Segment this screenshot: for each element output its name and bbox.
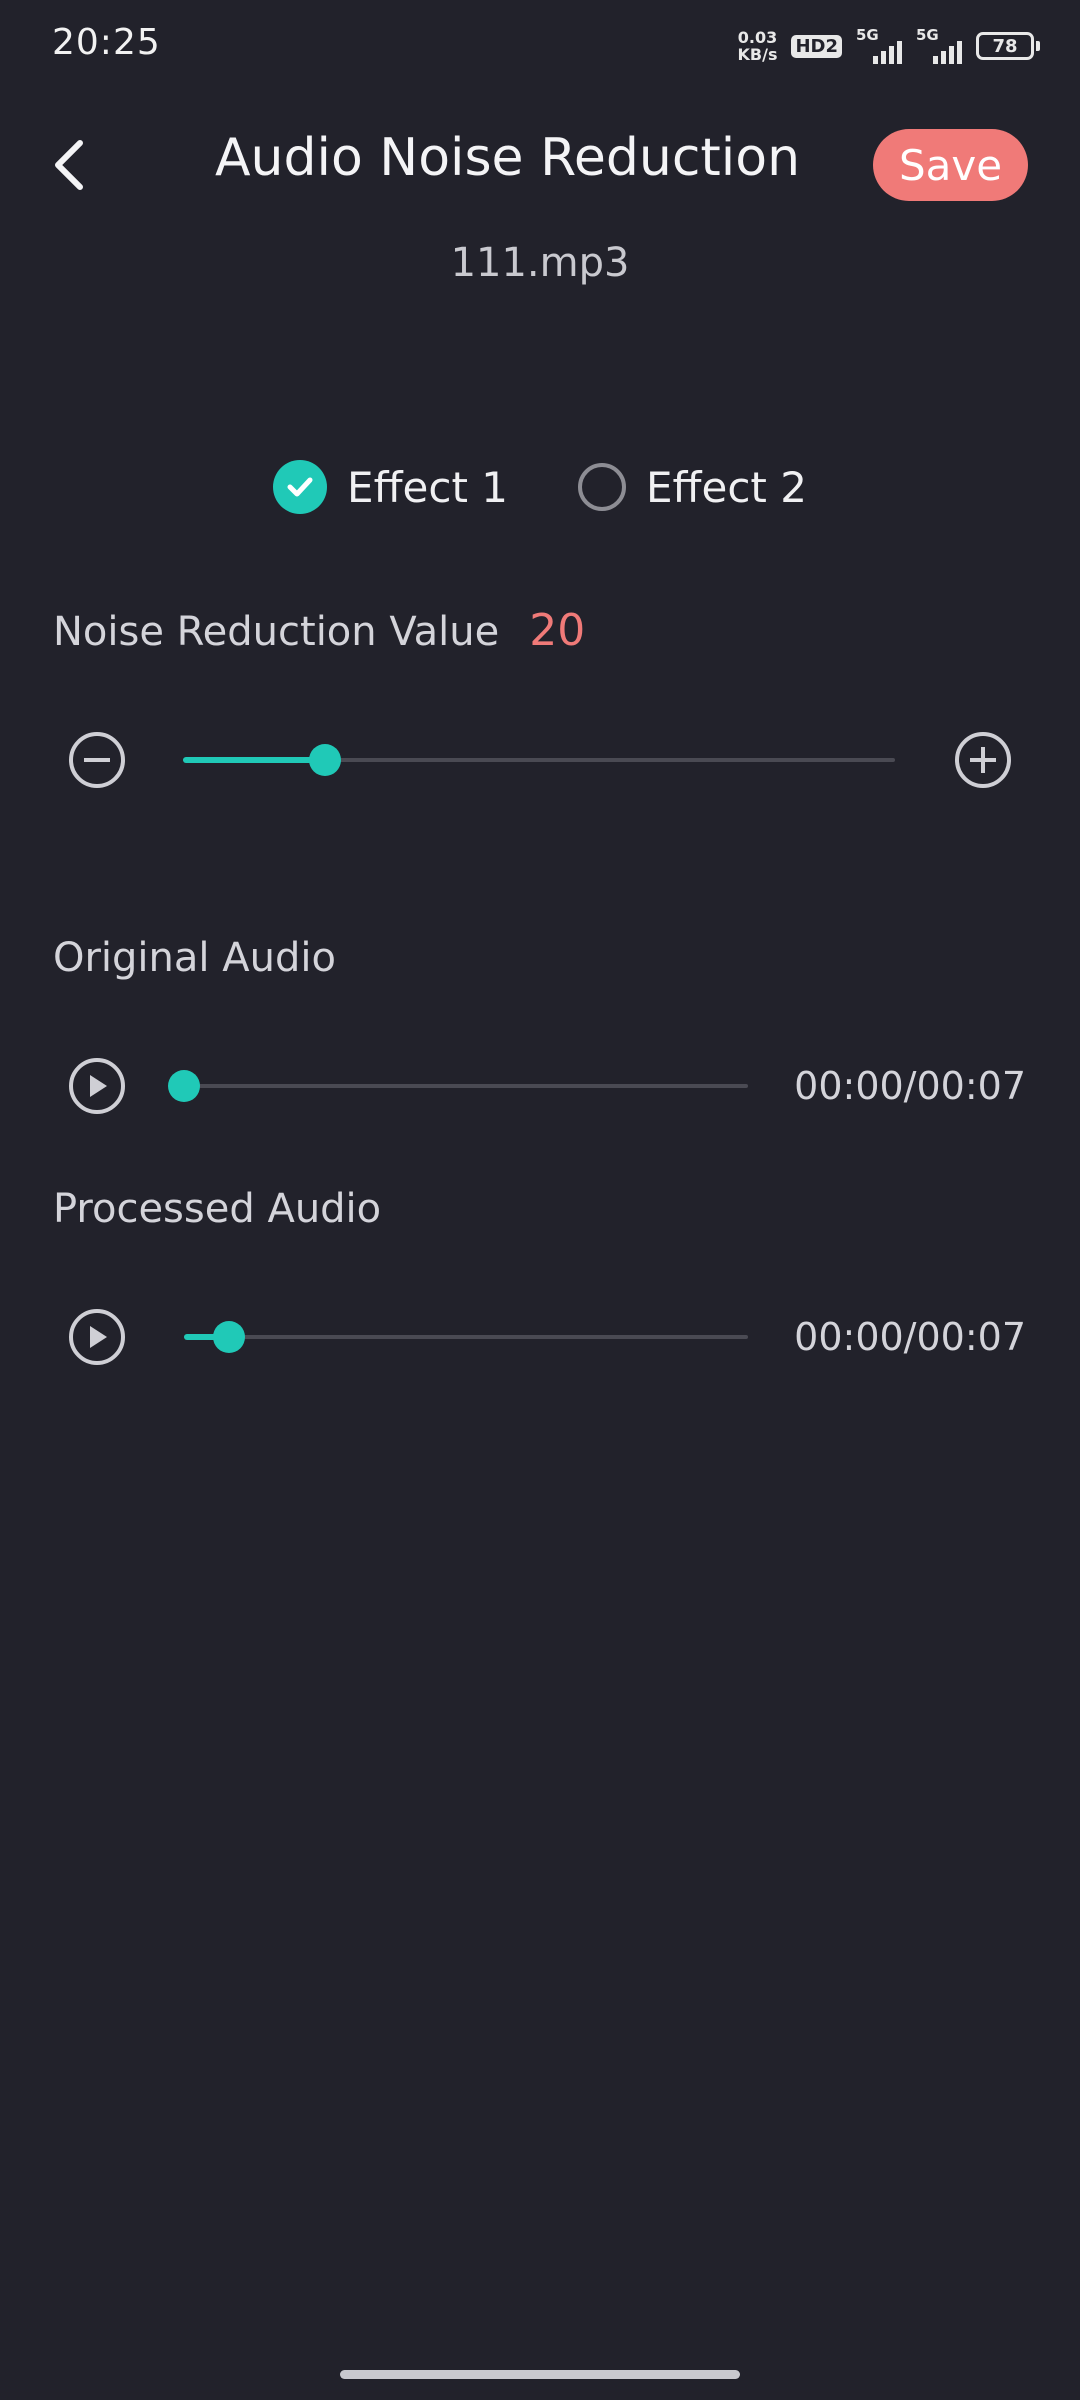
slider-thumb[interactable] <box>309 744 342 776</box>
signal-icon: 5G <box>856 26 902 64</box>
status-bar: 20:25 0.03 KB/s HD2 5G 5G 78 <box>0 0 1080 96</box>
minus-circle-icon <box>84 758 110 762</box>
signal-icon: 5G <box>916 26 962 64</box>
effect-1-label: Effect 1 <box>347 462 508 512</box>
status-time: 20:25 <box>52 22 161 63</box>
network-speed-value: 0.03 <box>737 28 778 47</box>
hd-badge: HD2 <box>791 34 842 58</box>
noise-reduction-label: Noise Reduction Value <box>53 609 500 655</box>
processed-audio-seekbar[interactable] <box>184 1317 748 1357</box>
seekbar-thumb[interactable] <box>168 1070 200 1102</box>
processed-audio-time: 00:00/00:07 <box>794 1315 1026 1359</box>
noise-reduction-header: Noise Reduction Value 20 <box>53 605 585 656</box>
seekbar-track <box>184 1084 748 1088</box>
effect-2-option[interactable]: Effect 2 <box>578 460 807 514</box>
save-button[interactable]: Save <box>873 129 1028 201</box>
radio-unchecked-icon <box>578 463 626 511</box>
battery-icon: 78 <box>976 32 1040 60</box>
play-icon <box>90 1326 107 1348</box>
back-button[interactable] <box>40 130 100 200</box>
increase-button[interactable] <box>955 732 1011 788</box>
original-play-button[interactable] <box>69 1058 125 1114</box>
network-speed-unit: KB/s <box>737 45 778 64</box>
processed-play-button[interactable] <box>69 1309 125 1365</box>
original-audio-time: 00:00/00:07 <box>794 1064 1026 1108</box>
slider-fill <box>183 757 326 763</box>
noise-reduction-controls <box>0 720 1080 800</box>
noise-reduction-slider[interactable] <box>183 740 895 780</box>
original-audio-player: 00:00/00:07 <box>0 1052 1080 1122</box>
chevron-left-icon <box>55 140 83 190</box>
screen: 20:25 0.03 KB/s HD2 5G 5G 78 Audio Noise… <box>0 0 1080 2400</box>
processed-audio-player: 00:00/00:07 <box>0 1303 1080 1373</box>
processed-audio-label: Processed Audio <box>53 1186 382 1232</box>
noise-reduction-value: 20 <box>529 605 586 656</box>
home-indicator[interactable] <box>340 2370 740 2379</box>
check-circle-icon <box>273 460 328 514</box>
play-icon <box>90 1075 107 1097</box>
plus-vertical-stroke <box>981 747 985 773</box>
file-name: 111.mp3 <box>450 240 630 286</box>
effect-selector: Effect 1 Effect 2 <box>0 460 1080 514</box>
page-title: Audio Noise Reduction <box>214 128 801 188</box>
seekbar-thumb[interactable] <box>213 1321 246 1353</box>
original-audio-label: Original Audio <box>53 935 336 981</box>
network-speed: 0.03 KB/s <box>738 29 778 63</box>
effect-2-label: Effect 2 <box>646 462 807 512</box>
seekbar-track <box>184 1335 748 1339</box>
original-audio-seekbar[interactable] <box>168 1066 748 1106</box>
status-icons: 0.03 KB/s HD2 5G 5G 78 <box>738 26 1040 64</box>
battery-level: 78 <box>992 35 1018 57</box>
effect-1-option[interactable]: Effect 1 <box>273 460 508 514</box>
decrease-button[interactable] <box>69 732 125 788</box>
